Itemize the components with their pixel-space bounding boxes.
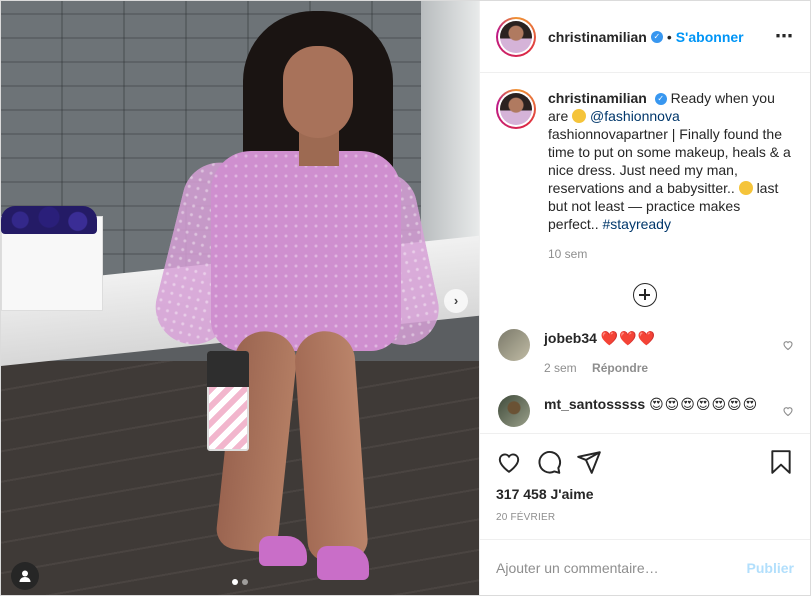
comment-username[interactable]: mt_santosssss — [544, 396, 645, 412]
post-sidebar: christinamilian ✓ • S'abonner ⋯ christin… — [479, 1, 810, 595]
avatar[interactable] — [496, 16, 536, 57]
post-date: 20 FÉVRIER — [496, 512, 556, 523]
caption-text: christinamilian ✓ Ready when you are @fa… — [548, 89, 794, 263]
more-options-icon[interactable]: ⋯ — [775, 26, 794, 47]
separator: • — [666, 28, 672, 45]
smile-emoji-icon — [738, 181, 753, 195]
bookmark-icon[interactable] — [768, 449, 794, 475]
comment-username[interactable]: jobeb34 — [544, 330, 597, 346]
verified-icon: ✓ — [650, 30, 663, 43]
action-bar — [496, 442, 794, 482]
load-more-icon[interactable] — [633, 283, 657, 307]
load-more-comments — [496, 283, 794, 307]
photo-dress — [211, 151, 401, 351]
post-header: christinamilian ✓ • S'abonner ⋯ — [480, 1, 810, 73]
add-comment-bar: Publier — [480, 539, 810, 595]
comments-section: christinamilian ✓ Ready when you are @fa… — [480, 73, 810, 433]
post-dialog: › christinamilian ✓ • S'abonner ⋯ christ… — [0, 0, 811, 596]
header-username[interactable]: christinamilian — [548, 29, 647, 45]
comment-time: 2 sem — [544, 361, 577, 375]
caption-username[interactable]: christinamilian — [548, 90, 647, 106]
comment-bubble-icon[interactable] — [536, 449, 562, 475]
comment-avatar[interactable] — [498, 329, 530, 361]
share-icon[interactable] — [576, 449, 602, 475]
reply-button[interactable]: Répondre — [592, 361, 648, 375]
next-photo-button[interactable]: › — [444, 289, 468, 313]
comment-text: 😍😍😍😍😍😍😍 — [649, 396, 759, 412]
follow-button[interactable]: S'abonner — [676, 29, 744, 45]
post-actions: 317 458 J'aime 20 FÉVRIER — [480, 433, 810, 523]
heart-icon[interactable] — [782, 339, 794, 351]
tagged-user-button[interactable] — [11, 562, 39, 590]
comment-avatar[interactable] — [498, 395, 530, 427]
caption-avatar[interactable] — [496, 89, 536, 129]
comment: jobeb34 ❤️❤️❤️ 2 sem Répondre — [496, 329, 794, 377]
comment-input[interactable] — [496, 559, 747, 576]
heart-icon[interactable] — [782, 405, 794, 417]
carousel-dot — [242, 579, 248, 585]
relieved-emoji-icon — [572, 109, 587, 123]
publish-button[interactable]: Publier — [747, 560, 794, 576]
hashtag-link[interactable]: #stayready — [602, 216, 670, 232]
caption: christinamilian ✓ Ready when you are @fa… — [496, 89, 794, 263]
like-heart-icon[interactable] — [496, 449, 522, 475]
comment-text: ❤️❤️❤️ — [600, 330, 657, 346]
mention-link[interactable]: @fashionnova — [590, 108, 680, 124]
verified-icon: ✓ — [654, 93, 667, 106]
carousel-indicator — [1, 579, 479, 585]
comment: mt_santosssss 😍😍😍😍😍😍😍 — [496, 395, 794, 427]
post-photo[interactable]: › — [1, 1, 479, 595]
caption-time: 10 sem — [548, 247, 588, 261]
likes-count[interactable]: 317 458 J'aime — [496, 486, 794, 502]
carousel-dot-active — [232, 579, 238, 585]
